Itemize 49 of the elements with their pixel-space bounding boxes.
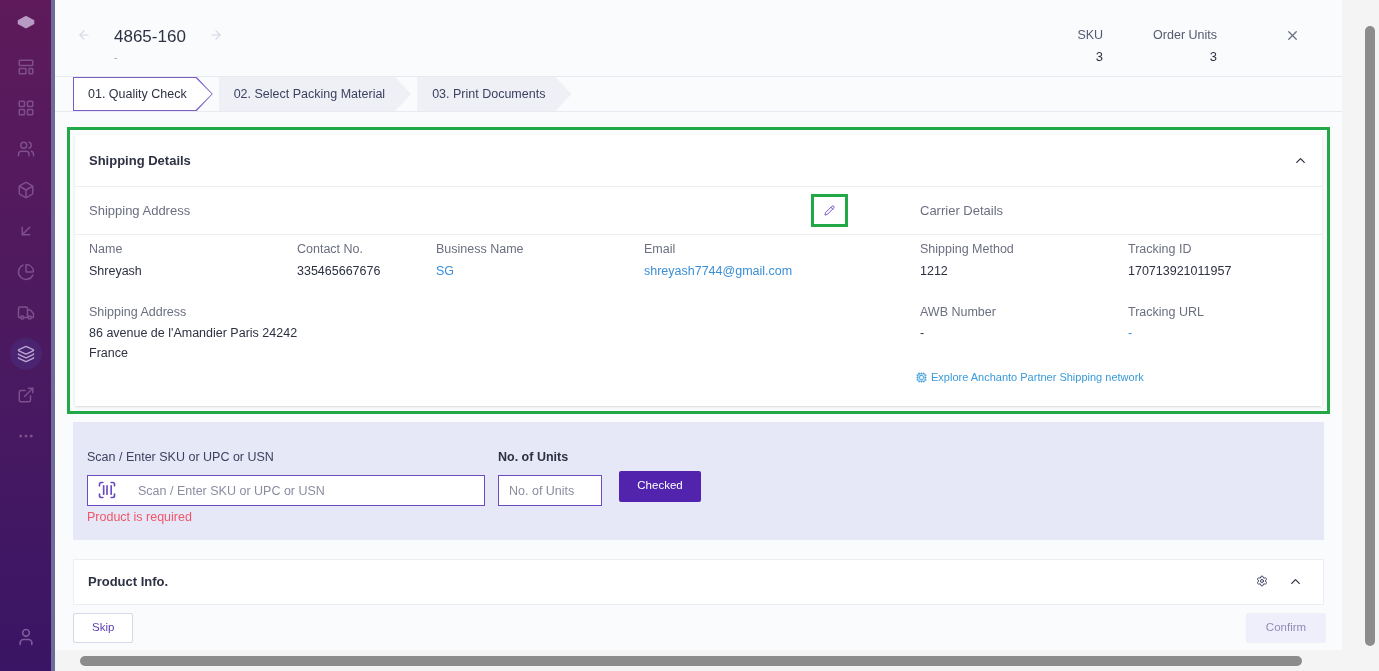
step-tab[interactable]: 03. Print Documents <box>417 77 572 111</box>
field-value: 170713921011957 <box>1128 262 1233 280</box>
pencil-icon <box>824 205 835 216</box>
field-label: Tracking ID <box>1128 241 1193 258</box>
field-label: Name <box>89 241 124 258</box>
settings-icon[interactable] <box>1256 575 1268 588</box>
horizontal-scrollbar[interactable] <box>55 650 1379 671</box>
address-line: 86 avenue de l'Amandier Paris 24242 <box>89 325 299 343</box>
card-title: Shipping Details <box>89 151 191 170</box>
error-message: Product is required <box>87 509 193 527</box>
step-tab[interactable]: 02. Select Packing Material <box>218 77 412 111</box>
units-label: No. of Units <box>498 448 570 466</box>
field-value: 1212 <box>920 262 949 280</box>
stat-value: 3 <box>1209 47 1217 66</box>
checked-button[interactable]: Checked <box>619 470 701 502</box>
step-tab[interactable]: 01. Quality Check <box>73 77 213 111</box>
stat-label: Order Units <box>1153 27 1217 44</box>
order-title: 4865-160 <box>114 26 186 48</box>
field-link[interactable]: - <box>1128 324 1308 343</box>
field-label: Shipping Address <box>89 303 188 321</box>
scan-label: Scan / Enter SKU or UPC or USN <box>87 448 275 466</box>
field-label: Business Name <box>436 241 525 258</box>
stat-value: 3 <box>1095 47 1104 66</box>
vertical-scrollbar[interactable] <box>1342 0 1379 650</box>
field-value: 335465667676 <box>297 262 382 280</box>
next-arrow-icon[interactable] <box>208 28 223 42</box>
edit-button[interactable] <box>811 194 848 227</box>
section-heading: Carrier Details <box>920 201 1004 220</box>
field-label: Email <box>644 241 677 258</box>
card-title: Product Info. <box>88 572 169 591</box>
section-heading: Shipping Address <box>89 201 192 220</box>
layers-nav-icon[interactable] <box>9 338 42 370</box>
skip-button[interactable]: Skip <box>73 612 134 643</box>
units-input-field[interactable]: No. of Units <box>498 475 602 507</box>
field-label: AWB Number <box>920 303 997 321</box>
close-icon[interactable] <box>1285 28 1300 43</box>
field-label: Tracking URL <box>1128 303 1205 321</box>
stat-label: SKU <box>1077 27 1104 44</box>
field-value: - <box>920 325 926 343</box>
address-line: France <box>89 345 129 362</box>
field-label: Contact No. <box>297 241 364 258</box>
order-subtitle: - <box>114 50 119 65</box>
field-link[interactable]: shreyash7744@gmail.com <box>644 261 844 281</box>
scan-input-field[interactable]: Scan / Enter SKU or UPC or USN <box>87 475 485 507</box>
field-label: Shipping Method <box>920 241 1015 258</box>
barcode-icon <box>97 480 117 501</box>
field-link[interactable]: SG <box>436 261 644 281</box>
field-value: Shreyash <box>89 262 143 280</box>
chip-icon <box>916 371 927 383</box>
